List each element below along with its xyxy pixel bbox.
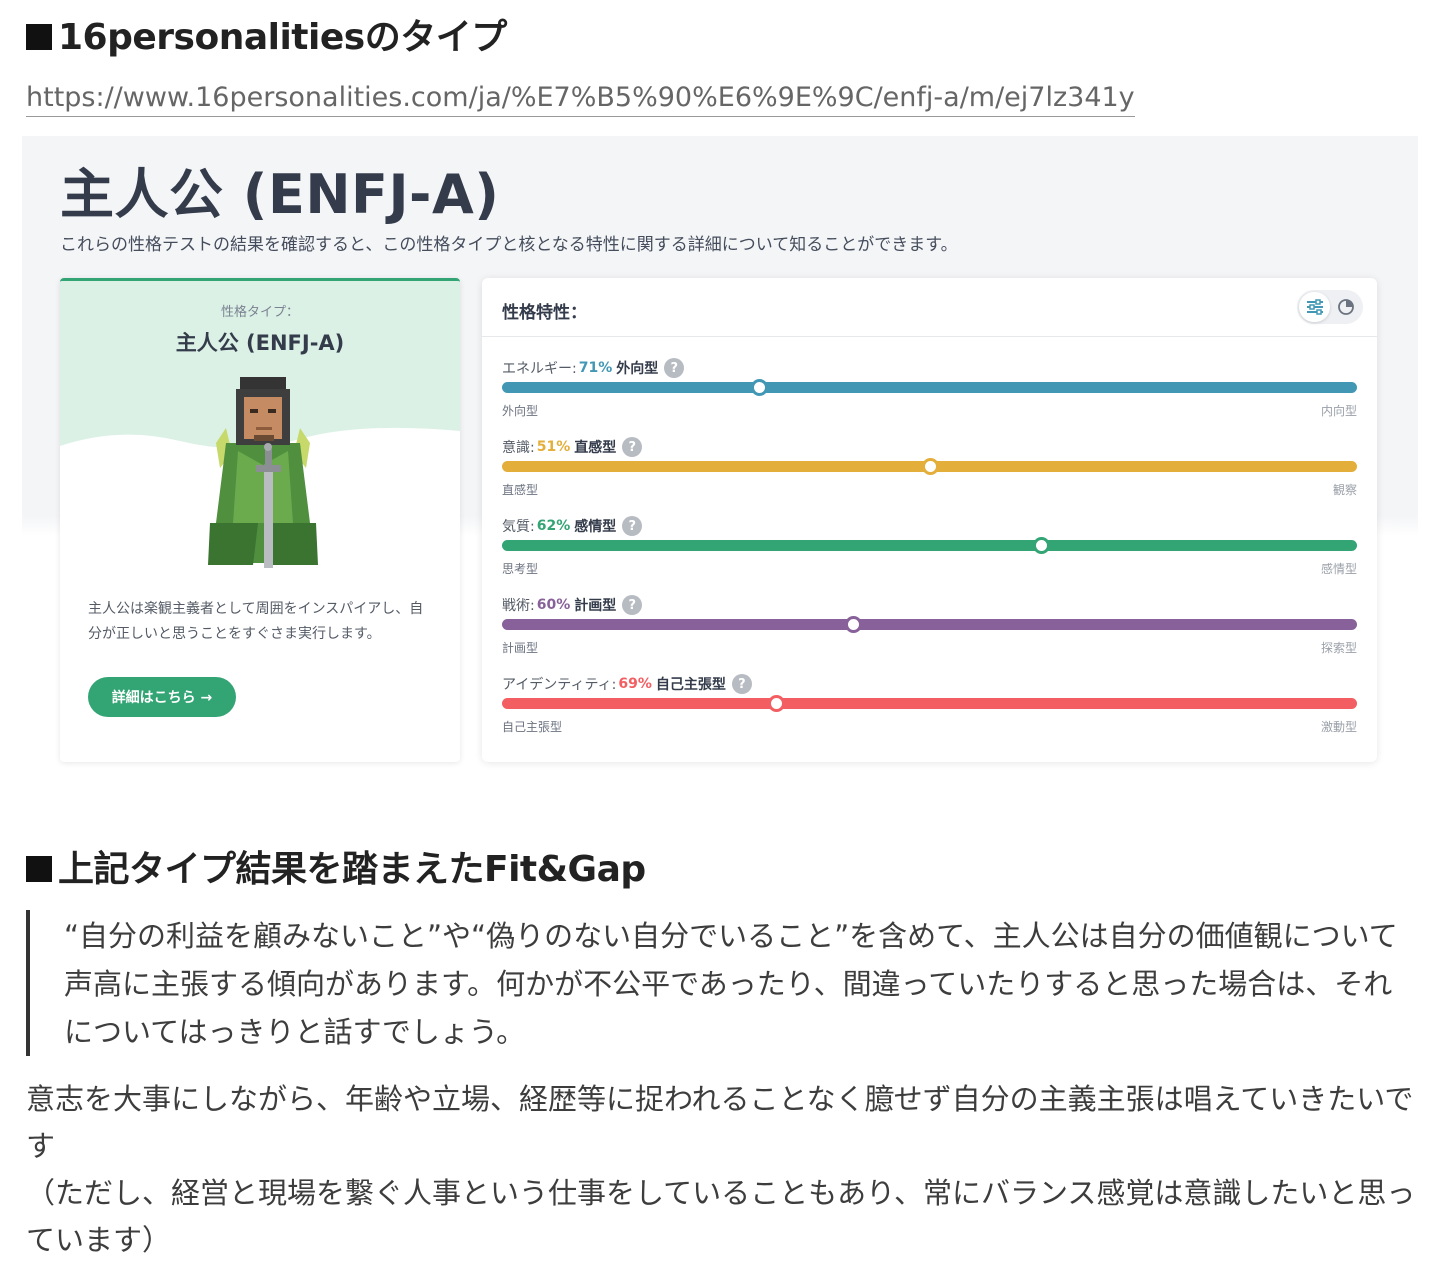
trait-name: 戦術: [502,598,535,614]
trait-side: 計画型 [574,598,617,614]
trait-right-label: 観察 [1332,483,1357,497]
trait-row: 意識: 51% 直感型? 直感型 観察 [502,437,1357,509]
quote-text: “自分の利益を顧みないこと”や“偽りのない自分でいること”を含めて、主人公は自分… [64,919,1398,1049]
trait-heading: エネルギー: 71% 外向型? [502,358,685,378]
view-toggle [1297,290,1363,324]
trait-left-label: 計画型 [502,641,539,655]
pie-chart-icon [1337,299,1354,315]
body-paragraph: 意志を大事にしながら、年齢や立場、経歴等に捉われることなく臆せず自分の主義主張は… [26,1076,1426,1264]
trait-side: 自己主張型 [655,677,726,693]
trait-heading: 気質: 62% 感情型? [502,516,643,536]
result-screenshot: 主人公 (ENFJ-A) これらの性格テストの結果を確認すると、この性格タイプと… [22,136,1418,786]
bars-view-button[interactable] [1299,292,1330,322]
section-heading-type: 16personalitiesのタイプ [26,8,507,60]
trait-row: アイデンティティ: 69% 自己主張型? 自己主張型 激動型 [502,674,1357,746]
traits-card: 性格特性： エネルギー: 71% 外向型? 外向型 内向型 意識: 51% 直感… [482,278,1377,762]
trait-bar [502,619,1357,630]
traits-title: 性格特性： [502,303,587,323]
trait-knob [921,458,939,475]
result-description: これらの性格テストの結果を確認すると、この性格タイプと核となる特性に関する詳細に… [60,235,958,255]
trait-knob [844,616,862,633]
protagonist-avatar-icon [208,377,318,568]
section-heading-fit-gap: 上記タイプ結果を踏まえたFit&Gap [26,840,646,892]
details-button[interactable]: 詳細はこちら → [88,677,236,717]
result-title: 主人公 (ENFJ-A) [60,163,500,226]
trait-name: 気質: [502,519,535,535]
type-name: 主人公 (ENFJ-A) [175,331,345,355]
type-summary: 主人公は楽観主義者として周囲をインスパイアし、自分が正しいと思うことをすぐさま実… [88,601,424,642]
trait-name: 意識: [502,440,535,456]
trait-row: 気質: 62% 感情型? 思考型 感情型 [502,516,1357,588]
trait-left-label: 外向型 [502,404,539,418]
divider [482,336,1377,337]
trait-percent: 51% [536,439,571,455]
trait-knob [750,379,768,396]
trait-right-label: 内向型 [1320,404,1357,418]
trait-knob [1032,537,1050,554]
type-label: 性格タイプ： [220,305,299,320]
trait-row: 戦術: 60% 計画型? 計画型 探索型 [502,595,1357,667]
trait-bar [502,382,1357,393]
trait-heading: アイデンティティ: 69% 自己主張型? [502,674,752,694]
help-icon[interactable]: ? [622,595,643,615]
trait-bar [502,540,1357,551]
square-bullet-icon [26,24,52,50]
trait-percent: 62% [536,518,571,534]
trait-name: エネルギー: [502,361,577,377]
trait-side: 感情型 [574,519,617,535]
trait-heading: 戦術: 60% 計画型? [502,595,643,615]
trait-percent: 60% [536,597,571,613]
body-line: （ただし、経営と現場を繋ぐ人事という仕事をしていることもあり、常にバランス感覚は… [26,1176,1416,1257]
trait-left-label: 自己主張型 [502,720,563,734]
chart-view-button[interactable] [1330,292,1361,322]
trait-knob [767,695,785,712]
trait-side: 直感型 [574,440,617,456]
square-bullet-icon [26,856,52,882]
sliders-icon [1306,299,1323,315]
trait-bar [502,698,1357,709]
help-icon[interactable]: ? [622,516,643,536]
trait-row: エネルギー: 71% 外向型? 外向型 内向型 [502,358,1357,430]
reference-link[interactable]: https://www.16personalities.com/ja/%E7%B… [26,80,1135,117]
help-icon[interactable]: ? [664,358,685,378]
trait-percent: 69% [618,676,652,692]
trait-heading: 意識: 51% 直感型? [502,437,643,457]
trait-right-label: 激動型 [1320,720,1357,734]
trait-left-label: 直感型 [502,483,539,497]
trait-name: アイデンティティ: [502,677,617,693]
body-line: 意志を大事にしながら、年齢や立場、経歴等に捉われることなく臆せず自分の主義主張は… [26,1082,1414,1163]
trait-left-label: 思考型 [502,562,539,576]
type-card: 性格タイプ： 主人公 (ENFJ-A) 主人公は楽観主義者として周囲をインスパイ… [60,278,460,762]
help-icon[interactable]: ? [731,674,752,694]
trait-percent: 71% [578,360,613,376]
help-icon[interactable]: ? [622,437,643,457]
trait-right-label: 感情型 [1320,562,1357,576]
quote-block: “自分の利益を顧みないこと”や“偽りのない自分でいること”を含めて、主人公は自分… [26,910,1406,1056]
trait-side: 外向型 [616,361,659,377]
trait-right-label: 探索型 [1320,641,1357,655]
